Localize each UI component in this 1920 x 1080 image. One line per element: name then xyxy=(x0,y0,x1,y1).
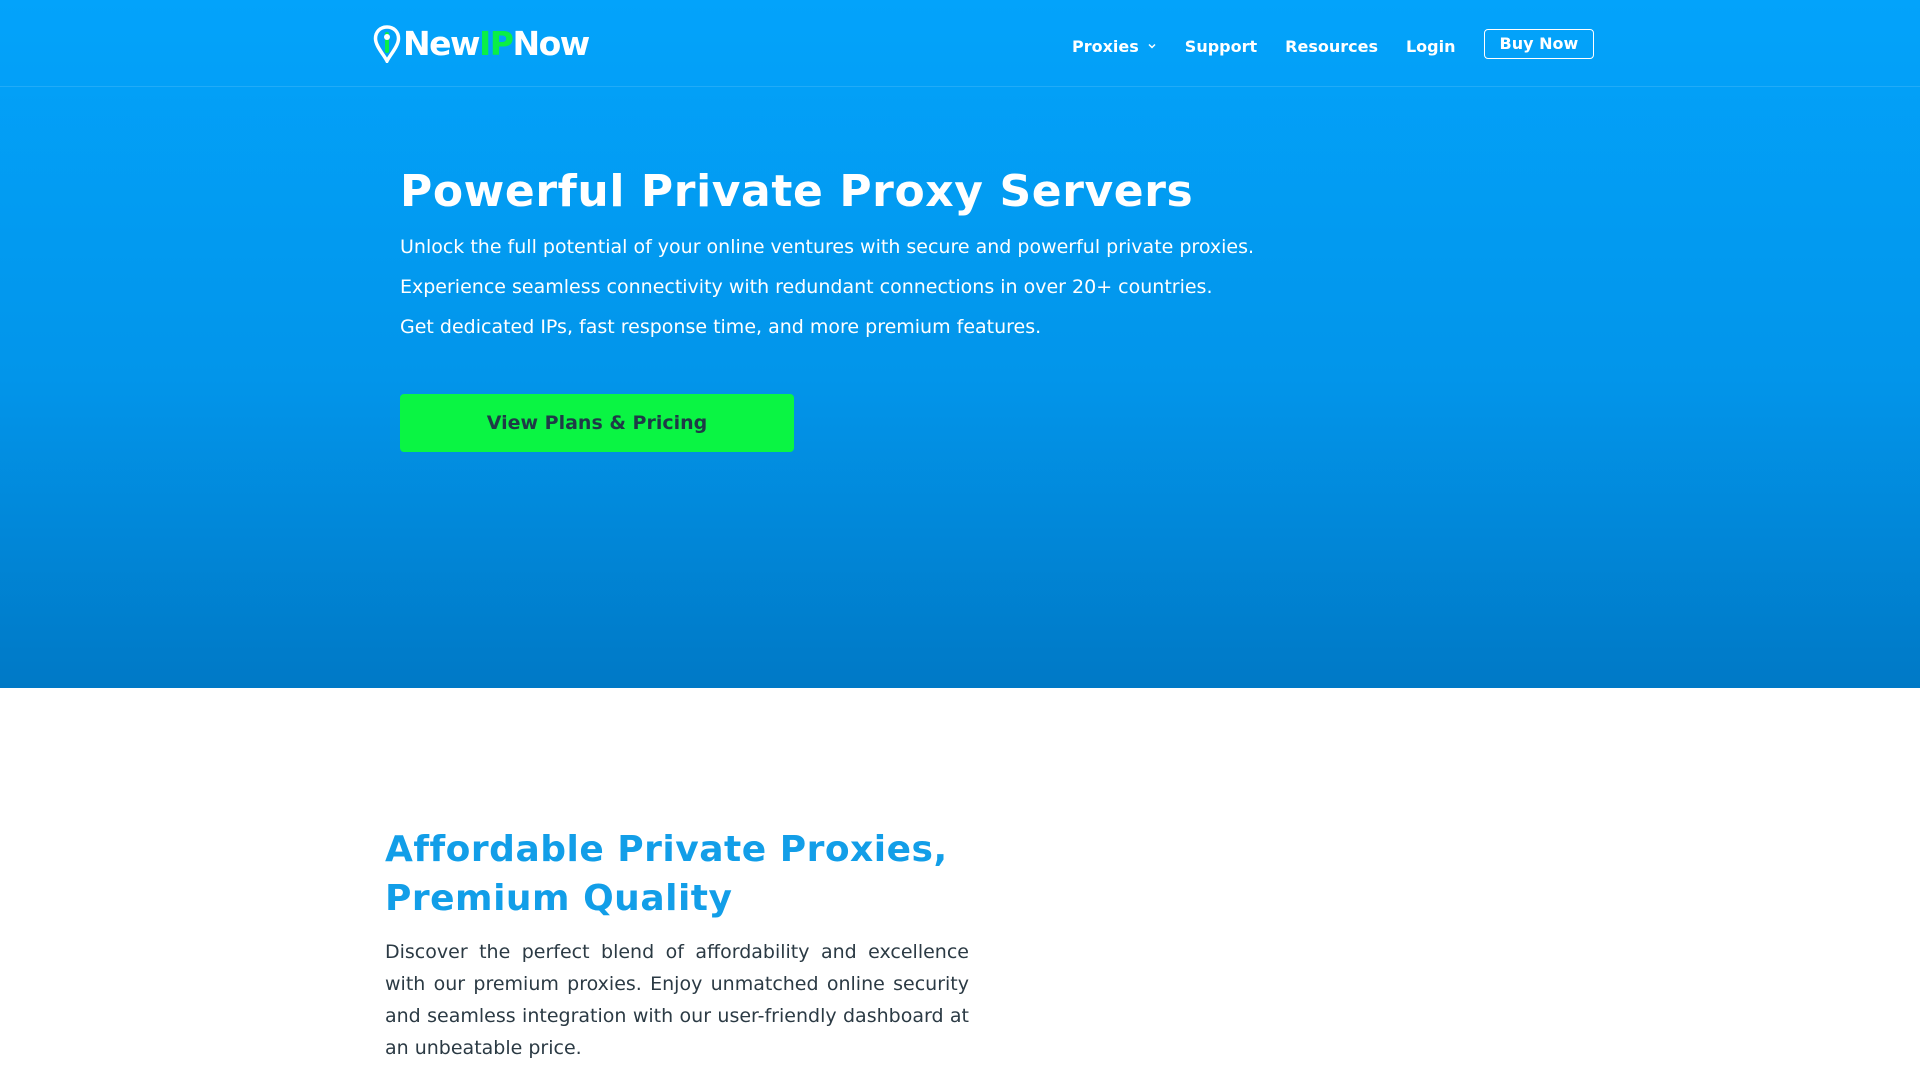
site-logo[interactable]: NewIPNow xyxy=(373,24,590,64)
nav-item-proxies[interactable]: Proxies xyxy=(1072,37,1157,56)
main-nav: Proxies Support Resources Login Buy Now xyxy=(1072,29,1595,59)
section-description: Discover the perfect blend of affordabil… xyxy=(385,941,969,1059)
hero-subtitle-line-2: Experience seamless connectivity with re… xyxy=(400,276,1213,298)
hero-section: NewIPNow Proxies Support Resources Login… xyxy=(0,0,1920,688)
hero-title: Powerful Private Proxy Servers xyxy=(400,166,1194,217)
logo-wordmark: NewIPNow xyxy=(403,24,590,63)
hero-subtitle-line-3: Get dedicated IPs, fast response time, a… xyxy=(400,316,1042,338)
nav-item-proxies-label: Proxies xyxy=(1072,36,1139,56)
map-pin-icon xyxy=(373,25,401,63)
nav-item-support-label: Support xyxy=(1184,36,1258,56)
nav-item-resources[interactable]: Resources xyxy=(1285,37,1378,56)
nav-item-login-label: Login xyxy=(1405,36,1456,56)
view-plans-button[interactable]: View Plans & Pricing xyxy=(400,394,794,452)
chevron-down-icon xyxy=(1148,43,1156,49)
nav-item-resources-label: Resources xyxy=(1285,36,1378,56)
top-navbar: NewIPNow Proxies Support Resources Login… xyxy=(0,0,1920,87)
buy-now-button[interactable]: Buy Now xyxy=(1483,29,1595,59)
nav-item-support[interactable]: Support xyxy=(1185,37,1257,56)
section-title: Affordable Private Proxies, Premium Qual… xyxy=(385,829,948,919)
nav-item-login[interactable]: Login xyxy=(1406,37,1456,56)
hero-subtitle-line-1: Unlock the full potential of your online… xyxy=(400,236,1255,258)
